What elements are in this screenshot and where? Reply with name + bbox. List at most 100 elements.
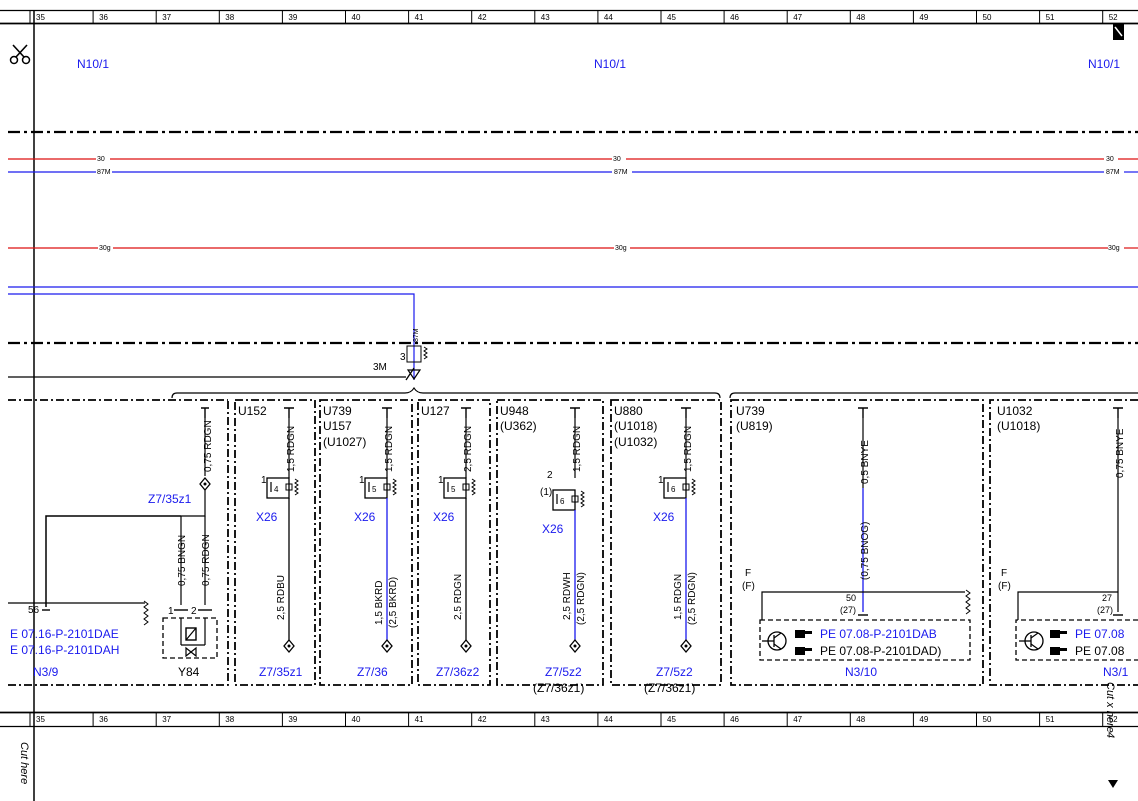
ruler-column-label: 42 — [478, 715, 487, 724]
ruler-column-label: 51 — [1046, 13, 1055, 22]
group-code-3: (U1032) — [614, 435, 657, 449]
ruler-column-label: 44 — [604, 715, 613, 724]
ruler-column-label: 40 — [352, 715, 361, 724]
left-wire-top-label: 0,75 RDGN — [203, 420, 214, 472]
blue-feed-lines — [8, 286, 1138, 380]
group-bottom: Z7/5z2 — [545, 665, 582, 679]
top-ruler: 35 36 37 38 39 40 41 42 43 44 45 46 47 48 49 50 51 52 — [0, 9, 1138, 25]
right2-ref-2: PE 07.08 — [1075, 644, 1125, 658]
right2-f2-label: (F) — [998, 581, 1011, 592]
ruler-column-label: 50 — [983, 715, 992, 724]
y84-pin-2: 2 — [191, 606, 197, 617]
group-pin: 6 — [671, 485, 676, 494]
ruler-column-label: 47 — [793, 13, 802, 22]
pin-56-label: 56 — [28, 605, 40, 616]
right1-f-label: F — [745, 568, 751, 579]
bus-87m-label-a: 87M — [97, 169, 111, 176]
fuse-group: U948(U362) 1,5 RDGN 2 (1) 6 X26 2,5 RDWH (2,5 R… — [500, 404, 587, 695]
wiring-diagram: 35 36 37 38 39 40 41 42 43 44 45 46 47 48 49 50 51 52 35 3… — [0, 9, 1138, 801]
right1-wire2-label: (0,75 BNOG) — [860, 522, 871, 580]
right2-wire-label: 0,75 BNYE — [1115, 428, 1126, 478]
group-code: U880 — [614, 404, 643, 418]
fuse-group: U152 1,5 RDGN 14 X26 2,5 RDBU Z7/35z1 — [238, 404, 303, 679]
group-code: U152 — [238, 404, 267, 418]
bus-30g-label-b: 30g — [615, 245, 627, 252]
sensor-icon — [762, 631, 787, 651]
group-bottom: Z7/5z2 — [656, 665, 693, 679]
ruler-column-label: 39 — [288, 715, 297, 724]
right1-code: U739 — [736, 404, 765, 418]
sensor-icon — [1019, 631, 1044, 651]
group-pin-top: 2 — [547, 470, 553, 481]
group-bottom-2: (Z7/36z1) — [644, 681, 695, 695]
n3-10-label: N3/10 — [845, 665, 877, 679]
group-bottom: Z7/36 — [357, 665, 388, 679]
ruler-column-label: 36 — [99, 13, 108, 22]
group-pin: 4 — [274, 485, 279, 494]
group-pin-top: 1 — [261, 475, 267, 486]
cut-arrow-icon — [1108, 780, 1118, 788]
group-x26: X26 — [433, 510, 455, 524]
right2-ref-1: PE 07.08 — [1075, 627, 1125, 641]
fuse-87m-label: 87M — [413, 328, 420, 342]
ruler-column-label: 38 — [225, 13, 234, 22]
ruler-column-label: 44 — [604, 13, 613, 22]
ruler-column-label: 35 — [36, 715, 45, 724]
bus-30: 30 30 30 — [8, 156, 1138, 163]
group-pin-top-2: (1) — [540, 487, 552, 498]
left-wire-b-label: 0,75 RDGN — [201, 534, 212, 586]
ruler-column-label: 38 — [225, 715, 234, 724]
right1-ref-2: PE 07.08-P-2101DAD) — [820, 644, 941, 658]
n3-9-label: N3/9 — [33, 665, 59, 679]
left-connector-label: Z7/35z1 — [148, 492, 192, 506]
group-wire-top: 2,5 RDGN — [463, 426, 474, 472]
y84-pin-1: 1 — [168, 606, 174, 617]
group-wire-bottom: 1,5 BKRD — [374, 581, 385, 625]
page-note: 4 — [1104, 732, 1116, 738]
ruler-column-label: 51 — [1046, 715, 1055, 724]
bus-87m: 87M 87M 87M — [8, 169, 1138, 176]
n10-1-label-right: N10/1 — [1088, 57, 1120, 71]
hand-pointer-icon — [1050, 647, 1067, 655]
cut-marker-icon — [1113, 24, 1124, 40]
ref-e-07-16-dae: E 07.16-P-2101DAE — [10, 627, 119, 641]
separator-lines — [8, 130, 1138, 345]
bus-30-label-b: 30 — [613, 156, 621, 163]
group-code: U739 — [323, 404, 352, 418]
group-code: U127 — [421, 404, 450, 418]
right2-f-label: F — [1001, 568, 1007, 579]
n3-1-label: N3/1 — [1103, 665, 1129, 679]
group-pin-top: 1 — [438, 475, 444, 486]
fuse-pin-3: 3 — [400, 352, 406, 363]
left-wire-a-label: 0,75 BNGN — [177, 535, 188, 586]
scissors-icon — [9, 44, 31, 65]
group-wire-bottom: 1,5 RDGN — [673, 574, 684, 620]
bus-30-label-a: 30 — [97, 156, 105, 163]
group-bottom: Z7/35z1 — [259, 665, 303, 679]
group-bottom-2: (Z7/36z1) — [533, 681, 584, 695]
group-x26: X26 — [354, 510, 376, 524]
group-pin-top: 1 — [658, 475, 664, 486]
left-section: 0,75 RDGN Z7/35z1 0,75 BNGN 0,75 RDGN 56… — [8, 407, 218, 679]
group-wire-top: 1,5 RDGN — [286, 426, 297, 472]
group-wire-bottom: 2,5 RDWH — [562, 572, 573, 620]
bus-30g: 30g 30g 30g — [8, 245, 1138, 252]
ruler-column-label: 37 — [162, 715, 171, 724]
ruler-column-label: 49 — [919, 715, 928, 724]
group-pin: 5 — [372, 485, 377, 494]
ruler-column-label: 50 — [983, 13, 992, 22]
group-wire-bottom-2: (2,5 RDGN) — [576, 572, 587, 625]
cut-here-left: Cut here — [18, 742, 30, 784]
ruler-column-label: 43 — [541, 715, 550, 724]
group-wire-bottom: 2,5 RDBU — [276, 575, 287, 620]
fuse-groups: U1521,5 RDGN14X262,5 RDBUZ7/35z1U739U157… — [238, 404, 698, 695]
ruler-column-label: 39 — [288, 13, 297, 22]
group-wire-top: 1,5 RDGN — [683, 426, 694, 472]
ruler-column-label: 43 — [541, 13, 550, 22]
ruler-column-label: 37 — [162, 13, 171, 22]
right1-ref-1: PE 07.08-P-2101DAB — [820, 627, 937, 641]
ruler-column-label: 35 — [36, 13, 45, 22]
cut-here-right: Cut x here — [1104, 682, 1116, 733]
right2-pin: 27 — [1102, 593, 1112, 603]
group-code-3: (U1027) — [323, 435, 366, 449]
